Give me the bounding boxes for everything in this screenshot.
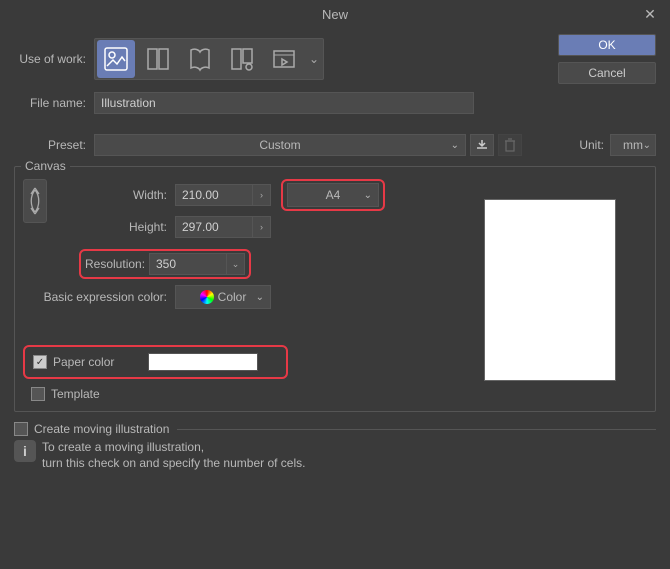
resolution-dropdown[interactable]: ⌄ (227, 253, 245, 275)
width-input[interactable] (175, 184, 253, 206)
preset-label: Preset: (14, 138, 94, 152)
uow-comic-icon[interactable] (139, 40, 177, 78)
paper-color-highlight: ✓ Paper color (23, 345, 288, 379)
use-of-work-label: Use of work: (14, 52, 94, 66)
resolution-label: Resolution: (85, 257, 149, 271)
height-label: Height: (55, 220, 175, 234)
ok-button[interactable]: OK (558, 34, 656, 56)
use-of-work-group: ⌄ (94, 38, 324, 80)
size-preset-select[interactable]: A4 ⌄ (287, 183, 379, 207)
preset-select[interactable]: Custom ⌄ (94, 134, 466, 156)
chevron-down-icon: ⌄ (256, 292, 264, 303)
width-label: Width: (55, 188, 175, 202)
uow-settings-icon[interactable] (223, 40, 261, 78)
cancel-button[interactable]: Cancel (558, 62, 656, 84)
unit-label: Unit: (579, 138, 610, 152)
height-input[interactable] (175, 216, 253, 238)
file-name-label: File name: (14, 96, 94, 110)
divider (177, 429, 656, 430)
unit-select[interactable]: mm ⌄ (610, 134, 656, 156)
preset-delete-button[interactable] (498, 134, 522, 156)
chevron-down-icon: ⌄ (643, 140, 651, 151)
chevron-down-icon: ⌄ (451, 140, 459, 151)
paper-color-label: Paper color (53, 355, 114, 369)
uow-more-chevron-icon[interactable]: ⌄ (305, 40, 323, 78)
uow-animation-icon[interactable] (265, 40, 303, 78)
template-checkbox[interactable] (31, 387, 45, 401)
orientation-toggle[interactable] (23, 179, 47, 223)
info-icon: i (14, 440, 36, 462)
color-wheel-icon (200, 290, 214, 304)
width-stepper[interactable]: › (253, 184, 271, 206)
info-line2: turn this check on and specify the numbe… (42, 456, 305, 472)
template-label: Template (51, 387, 100, 401)
chevron-down-icon: ⌄ (364, 190, 372, 201)
resolution-input[interactable] (149, 253, 227, 275)
info-text: To create a moving illustration, turn th… (42, 440, 305, 471)
info-line1: To create a moving illustration, (42, 440, 305, 456)
titlebar: New ✕ (0, 0, 670, 28)
expression-color-select[interactable]: Color ⌄ (175, 285, 271, 309)
create-moving-label: Create moving illustration (34, 422, 169, 436)
expression-color-value: Color (218, 290, 247, 304)
uow-illustration-icon[interactable] (97, 40, 135, 78)
canvas-legend: Canvas (21, 159, 70, 173)
paper-color-swatch[interactable] (148, 353, 258, 371)
height-stepper[interactable]: › (253, 216, 271, 238)
close-button[interactable]: ✕ (630, 0, 670, 28)
file-name-input[interactable] (94, 92, 474, 114)
canvas-fieldset: Canvas Width: › A4 (14, 166, 656, 412)
preset-save-button[interactable] (470, 134, 494, 156)
preset-value: Custom (259, 138, 300, 152)
window-title: New (322, 7, 348, 22)
uow-book-icon[interactable] (181, 40, 219, 78)
paper-color-checkbox[interactable]: ✓ (33, 355, 47, 369)
create-moving-checkbox[interactable] (14, 422, 28, 436)
unit-value: mm (623, 138, 643, 152)
expression-color-label: Basic expression color: (23, 290, 175, 304)
canvas-preview (485, 200, 615, 380)
size-preset-value: A4 (326, 188, 341, 202)
